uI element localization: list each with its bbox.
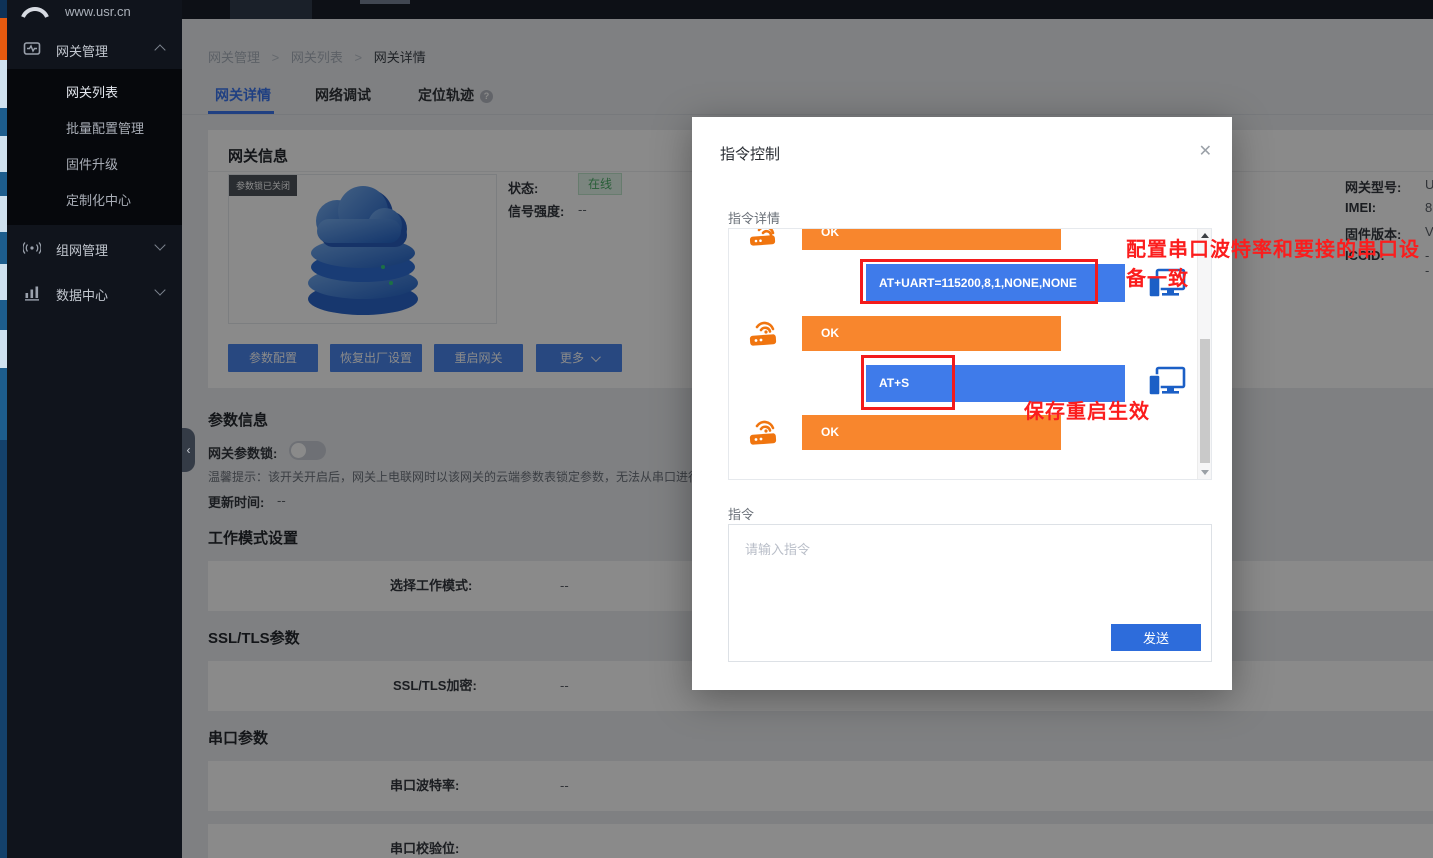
gateway-message-bubble: OK: [802, 228, 1061, 250]
sidebar-item-label: 网关管理: [56, 41, 108, 60]
chevron-up-icon: [154, 44, 165, 55]
network-management-icon: [23, 239, 41, 257]
router-icon: [747, 414, 781, 447]
router-icon: [747, 228, 781, 248]
data-center-icon: [23, 284, 41, 302]
sidebar-collapse-handle[interactable]: ‹: [182, 428, 195, 472]
annotation-note-save-restart: 保存重启生效: [1024, 398, 1150, 427]
site-url: www.usr.cn: [65, 4, 131, 19]
sidebar-item-label: 组网管理: [56, 240, 108, 259]
router-icon: [747, 315, 781, 348]
sidebar-item-batch-config[interactable]: 批量配置管理: [7, 111, 182, 147]
command-control-modal: 指令控制 ✕ 指令详情 OK AT+UART=115200,8,1,NONE,N…: [692, 117, 1232, 690]
sidebar-item-label: 数据中心: [56, 285, 108, 304]
annotation-line: 备一致: [1126, 265, 1420, 294]
modal-title: 指令控制: [720, 143, 780, 164]
sidebar-submenu: 网关列表 批量配置管理 固件升级 定制化中心: [7, 69, 182, 225]
sidebar-item-customization-center[interactable]: 定制化中心: [7, 183, 182, 219]
topbar: [182, 0, 1433, 19]
sidebar-item-data-center[interactable]: 数据中心: [7, 270, 182, 315]
scrollbar-thumb[interactable]: [1200, 339, 1210, 463]
app-root: www.usr.cn 网关管理 网关列表 批量配置管理 固件升级 定制化中心 组…: [0, 0, 1433, 858]
sidebar: www.usr.cn 网关管理 网关列表 批量配置管理 固件升级 定制化中心 组…: [7, 0, 182, 858]
sidebar-item-network-management[interactable]: 组网管理: [7, 225, 182, 270]
edge-decoration-stripe: [0, 0, 7, 858]
chevron-down-icon: [154, 239, 165, 250]
annotation-highlight-save-command: [861, 355, 955, 410]
command-input-box: 发送: [728, 524, 1212, 662]
sidebar-item-gateway-management[interactable]: 网关管理: [7, 28, 182, 69]
close-icon[interactable]: ✕: [1199, 141, 1212, 161]
triangle-down-icon: [1201, 470, 1209, 475]
send-button[interactable]: 发送: [1111, 624, 1201, 651]
scroll-down-button[interactable]: [1198, 466, 1212, 479]
annotation-note-baud-rate: 配置串口波特率和要接的串口设 备一致: [1126, 236, 1420, 294]
annotation-highlight-uart-command: [860, 259, 1098, 304]
gateway-management-icon: [23, 40, 41, 58]
gateway-message-bubble: OK: [802, 316, 1061, 351]
computer-icon: [1148, 366, 1186, 400]
command-detail-label: 指令详情: [728, 208, 780, 227]
sidebar-item-firmware-upgrade[interactable]: 固件升级: [7, 147, 182, 183]
sidebar-header: www.usr.cn: [7, 0, 182, 28]
topnav-active-tab[interactable]: [230, 0, 312, 19]
sidebar-item-gateway-list[interactable]: 网关列表: [7, 75, 182, 111]
annotation-line: 配置串口波特率和要接的串口设: [1126, 236, 1420, 265]
command-label: 指令: [728, 504, 754, 523]
usr-logo-icon: [15, 0, 55, 21]
gateway-message-bubble: OK: [802, 415, 1061, 450]
chevron-down-icon: [154, 284, 165, 295]
topnav-truncated-item: [360, 0, 410, 4]
